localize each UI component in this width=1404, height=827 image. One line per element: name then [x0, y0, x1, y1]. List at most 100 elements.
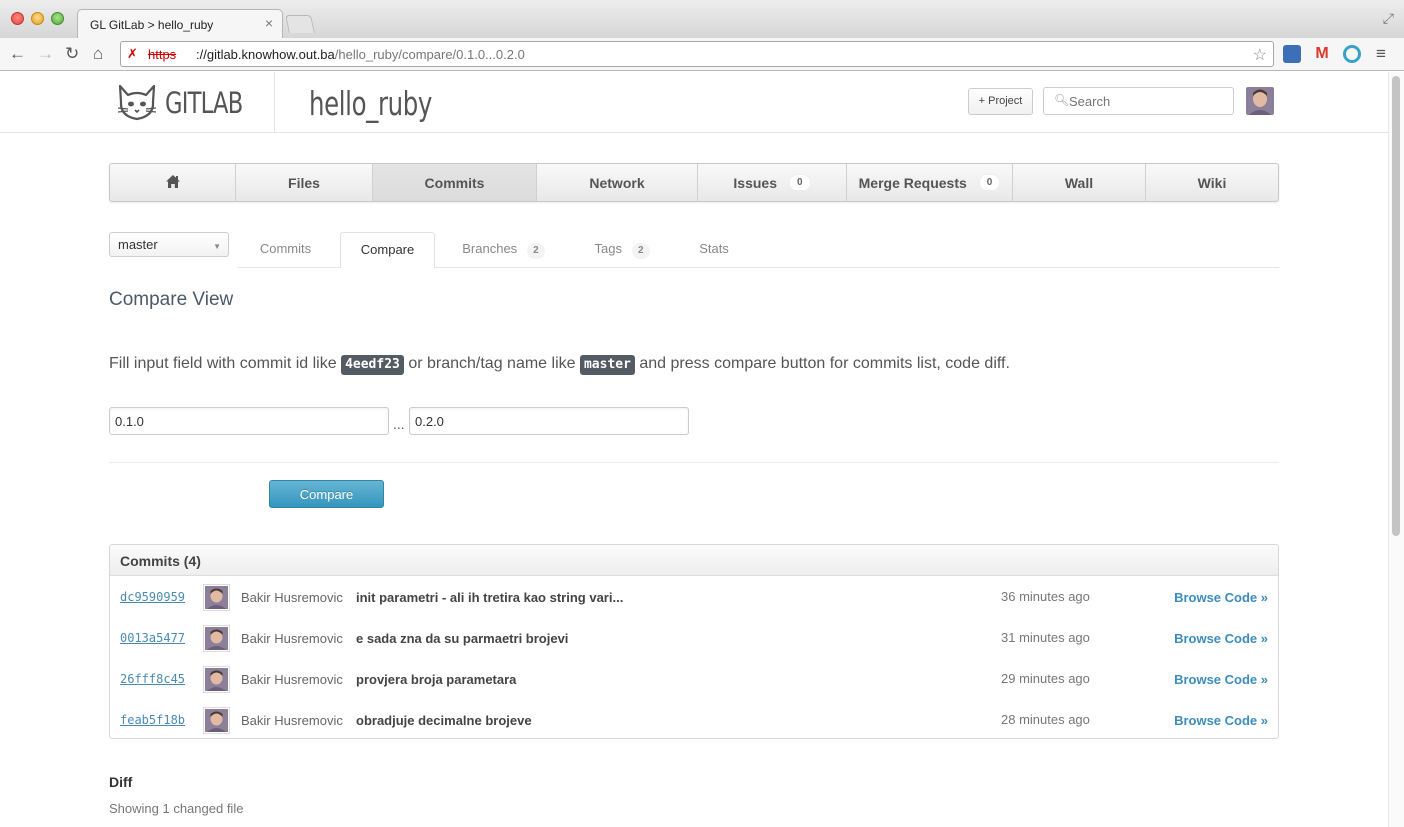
commit-row: 26fff8c45 Bakir Husremovic provjera broja … [110, 659, 1278, 700]
branches-count-badge: 2 [527, 243, 545, 259]
reload-icon[interactable]: ↻ [65, 44, 79, 64]
commit-id-link[interactable]: 26fff8c45 [120, 672, 185, 686]
merge-requests-count-badge: 0 [978, 174, 1001, 191]
search-input[interactable] [1069, 92, 1229, 110]
chevron-down-icon: ▼ [213, 242, 221, 251]
window-minimize-button[interactable] [31, 12, 44, 25]
compare-button[interactable]: Compare [269, 480, 384, 508]
subtab-stats[interactable]: Stats [683, 232, 745, 268]
nav-issues[interactable]: Issues 0 [698, 164, 847, 201]
extension-icon[interactable] [1283, 45, 1301, 63]
browse-code-link[interactable]: Browse Code » [1174, 631, 1268, 646]
fullscreen-icon[interactable]: ⤢ [1383, 10, 1394, 27]
branch-name-example-label: master [579, 355, 635, 375]
commit-author-avatar [203, 625, 230, 652]
gitlab-logo-text[interactable]: GITLAB [165, 86, 243, 120]
commit-row: feab5f18b Bakir Husremovic obradjuje decim… [110, 700, 1278, 741]
tab-close-icon[interactable]: × [265, 15, 273, 31]
nav-issues-label: Issues [733, 174, 778, 191]
home-page-icon[interactable]: ⌂ [93, 44, 103, 64]
subtab-compare-label: Compare [360, 242, 415, 257]
commit-author[interactable]: Bakir Husremovic [241, 590, 343, 605]
user-avatar[interactable] [1246, 87, 1274, 115]
scrollbar-thumb[interactable] [1392, 76, 1400, 536]
nav-network-label: Network [589, 174, 645, 191]
issues-count-badge: 0 [789, 174, 811, 191]
nav-files[interactable]: Files [236, 164, 373, 201]
compare-to-input[interactable] [409, 407, 689, 435]
help-text-part1: Fill input field with commit id like [109, 355, 342, 372]
url-path: /hello_ruby/compare/0.1.0...0.2.0 [334, 47, 525, 62]
gitlab-cat-logo-icon[interactable] [116, 82, 158, 127]
branch-select-value: master [118, 237, 158, 252]
url-scheme: https [148, 47, 177, 62]
subtab-commits[interactable]: Commits [237, 232, 334, 268]
browser-tab[interactable]: GL GitLab > hello_ruby × [77, 9, 283, 39]
browse-code-link[interactable]: Browse Code » [1174, 713, 1268, 728]
commit-author[interactable]: Bakir Husremovic [241, 713, 343, 728]
extension-swirl-icon[interactable] [1343, 45, 1361, 63]
browse-code-link[interactable]: Browse Code » [1174, 590, 1268, 605]
subtab-tags-label: Tags [594, 241, 622, 256]
browser-toolbar: ← → ↻ ⌂ ✗ https ://gitlab.knowhow.out.ba… [0, 38, 1404, 71]
gmail-icon[interactable]: M [1313, 45, 1331, 63]
browse-code-link[interactable]: Browse Code » [1174, 672, 1268, 687]
window-close-button[interactable] [11, 12, 24, 25]
subtab-stats-label: Stats [699, 241, 729, 256]
branch-select[interactable]: master ▼ [109, 232, 229, 257]
nav-merge-requests-label: Merge Requests [858, 174, 967, 191]
compare-help-text: Fill input field with commit id like 4ee… [109, 355, 1010, 375]
back-icon[interactable]: ← [9, 44, 26, 64]
nav-files-label: Files [288, 174, 320, 191]
diff-title: Diff [109, 774, 133, 790]
gitlab-header: GITLAB hello_ruby + Project 🔍︎ [0, 72, 1388, 133]
browser-menu-icon[interactable]: ≡ [1376, 45, 1386, 63]
browser-tab-title: GL GitLab > hello_ruby [90, 18, 214, 32]
subtab-tags[interactable]: Tags 2 [578, 232, 666, 268]
commit-author[interactable]: Bakir Husremovic [241, 631, 343, 646]
help-text-part2: or branch/tag name like [403, 355, 580, 372]
commits-panel: Commits (4) dc9590959 Bakir Husremovic ini… [109, 544, 1279, 739]
commit-time: 36 minutes ago [1001, 589, 1090, 604]
commit-message[interactable]: init parametri - ali ih tretira kao stri… [356, 590, 623, 605]
bookmark-star-icon[interactable]: ☆ [1253, 45, 1267, 65]
commit-id-example-label: 4eedf23 [341, 355, 404, 375]
commit-author-avatar [203, 584, 230, 611]
nav-network[interactable]: Network [537, 164, 698, 201]
home-icon [165, 174, 181, 192]
compare-separator: ... [393, 416, 405, 432]
nav-commits[interactable]: Commits [373, 164, 537, 201]
window-maximize-button[interactable] [51, 12, 64, 25]
commit-author-avatar [203, 666, 230, 693]
address-bar[interactable]: ✗ https ://gitlab.knowhow.out.ba/hello_r… [120, 41, 1274, 67]
commit-id-link[interactable]: feab5f18b [120, 713, 185, 727]
commit-time: 31 minutes ago [1001, 630, 1090, 645]
commit-message[interactable]: obradjuje decimalne brojeve [356, 713, 532, 728]
commit-author[interactable]: Bakir Husremovic [241, 672, 343, 687]
commit-id-link[interactable]: 0013a5477 [120, 631, 185, 645]
nav-wiki[interactable]: Wiki [1146, 164, 1278, 201]
header-divider [274, 72, 275, 132]
form-divider [109, 462, 1279, 463]
subtab-commits-label: Commits [259, 241, 312, 256]
nav-wall[interactable]: Wall [1013, 164, 1146, 201]
search-box[interactable]: 🔍︎ [1043, 87, 1234, 115]
browser-titlebar: GL GitLab > hello_ruby × ⤢ [0, 0, 1404, 39]
url-text: ://gitlab.knowhow.out.ba/hello_ruby/comp… [196, 47, 525, 62]
new-project-button[interactable]: + Project [968, 88, 1033, 115]
project-title[interactable]: hello_ruby [309, 84, 432, 123]
commit-row: 0013a5477 Bakir Husremovic e sada zna da s… [110, 618, 1278, 659]
forward-icon[interactable]: → [37, 44, 54, 64]
compare-from-input[interactable] [109, 407, 389, 435]
tags-count-badge: 2 [631, 243, 650, 259]
commit-message[interactable]: e sada zna da su parmaetri brojevi [356, 631, 568, 646]
help-text-part3: and press compare button for commits lis… [634, 355, 1010, 372]
commit-message[interactable]: provjera broja parametara [356, 672, 516, 687]
nav-merge-requests[interactable]: Merge Requests 0 [847, 164, 1013, 201]
commit-id-link[interactable]: dc9590959 [120, 590, 185, 604]
subtab-compare[interactable]: Compare [340, 232, 435, 268]
subtab-branches-label: Branches [462, 241, 518, 256]
new-tab-button[interactable] [285, 15, 315, 33]
subtab-branches[interactable]: Branches 2 [446, 232, 561, 268]
nav-home[interactable] [110, 164, 236, 201]
